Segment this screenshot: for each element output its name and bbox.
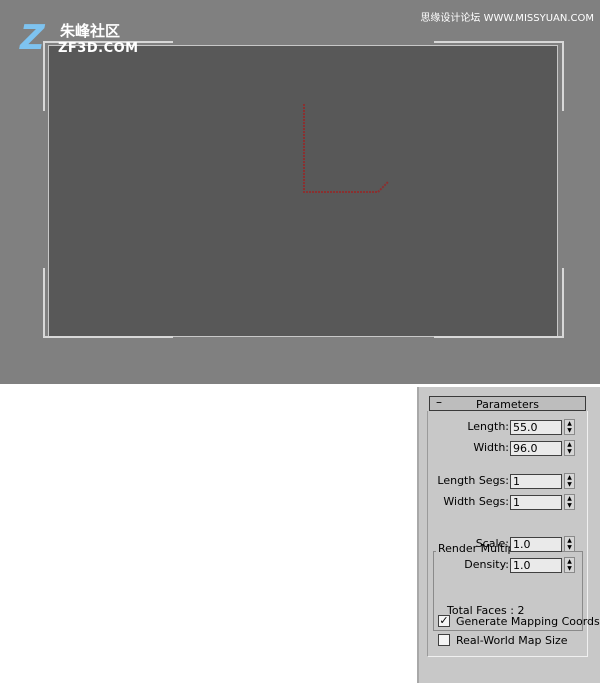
rollout-body: Length: 55.0 ▲ ▼ Width: 96.0 ▲ ▼ Length … [427,411,600,657]
density-spinner[interactable]: ▲ ▼ [564,557,575,573]
length-segs-label: Length Segs: [437,474,509,487]
logo-z-icon: Z [20,18,45,58]
watermark-site: 思缘设计论坛 WWW.MISSYUAN.COM [420,13,594,24]
frame-corner-bottom-right [434,268,564,338]
spinner-down-icon[interactable]: ▼ [565,565,574,572]
scale-spinner[interactable]: ▲ ▼ [564,536,575,552]
width-label: Width: [473,441,509,454]
plane-gizmo[interactable] [296,102,396,202]
spinner-up-icon[interactable]: ▲ [565,441,574,448]
scale-input[interactable]: 1.0 [510,537,562,552]
length-spinner[interactable]: ▲ ▼ [564,419,575,435]
density-label: Density: [464,558,509,571]
spinner-up-icon[interactable]: ▲ [565,558,574,565]
width-segs-spinner[interactable]: ▲ ▼ [564,494,575,510]
logo-chinese-text: 朱峰社区 [60,22,121,40]
spinner-down-icon[interactable]: ▼ [565,544,574,551]
real-world-map-size-checkbox[interactable] [438,634,450,646]
width-segs-input[interactable]: 1 [510,495,562,510]
frame-corner-bottom-left [43,268,173,338]
spinner-up-icon[interactable]: ▲ [565,474,574,481]
width-segs-label: Width Segs: [443,495,509,508]
generate-mapping-label[interactable]: Generate Mapping Coords. [456,615,600,628]
width-input[interactable]: 96.0 [510,441,562,456]
width-spinner[interactable]: ▲ ▼ [564,440,575,456]
length-input[interactable]: 55.0 [510,420,562,435]
spinner-down-icon[interactable]: ▼ [565,448,574,455]
rollout-title: Parameters [476,398,539,411]
length-segs-input[interactable]: 1 [510,474,562,489]
scale-label: Scale: [475,537,509,550]
command-panel: – Parameters Length: 55.0 ▲ ▼ Width: 96.… [417,387,600,683]
watermark-logo: Z 朱峰社区 ZF3D.COM [20,20,150,60]
density-input[interactable]: 1.0 [510,558,562,573]
frame-corner-top-right [434,41,564,111]
spinner-down-icon[interactable]: ▼ [565,481,574,488]
spinner-up-icon[interactable]: ▲ [565,537,574,544]
viewport[interactable]: Z 朱峰社区 ZF3D.COM 思缘设计论坛 WWW.MISSYUAN.COM [0,0,600,384]
length-segs-spinner[interactable]: ▲ ▼ [564,473,575,489]
spinner-down-icon[interactable]: ▼ [565,427,574,434]
generate-mapping-checkbox[interactable]: ✓ [438,615,450,627]
spinner-up-icon[interactable]: ▲ [565,420,574,427]
length-label: Length: [467,420,509,433]
real-world-map-size-label[interactable]: Real-World Map Size [456,634,568,647]
spinner-up-icon[interactable]: ▲ [565,495,574,502]
rollout-header-parameters[interactable]: – Parameters [429,395,586,411]
spinner-down-icon[interactable]: ▼ [565,502,574,509]
logo-english-text: ZF3D.COM [58,41,139,56]
